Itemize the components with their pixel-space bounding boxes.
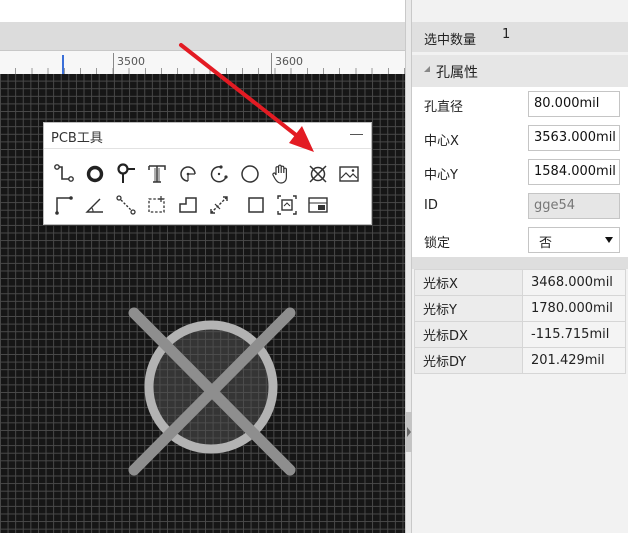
rect-select-icon[interactable] — [145, 193, 169, 217]
ruler-cursor-marker — [62, 55, 64, 74]
ruler-major-tick — [271, 53, 272, 74]
lock-select-value: 否 — [539, 236, 553, 251]
ruler-label-2: 3600 — [275, 55, 303, 68]
cursor-dy-label: 光标DY — [414, 347, 523, 374]
ruler-major-tick — [113, 53, 114, 74]
polygon-icon[interactable] — [176, 193, 200, 217]
panel-divider — [44, 148, 371, 149]
table-row: 光标X 3468.000mil — [414, 269, 626, 296]
selection-count-label: 选中数量 — [424, 33, 477, 48]
pad-icon[interactable] — [83, 162, 107, 186]
angle-icon[interactable] — [83, 193, 107, 217]
hole-properties-header[interactable]: 孔属性 — [412, 55, 628, 87]
section-title: 孔属性 — [436, 65, 478, 81]
ruler-label-1: 3500 — [117, 55, 145, 68]
minimize-button[interactable] — [350, 125, 364, 141]
editor-tab-bar — [0, 22, 405, 51]
track-icon[interactable] — [52, 162, 76, 186]
measure-icon[interactable] — [207, 193, 231, 217]
prop-row-center-x: 中心X 3563.000mil — [412, 121, 628, 155]
arc-center-icon[interactable] — [176, 162, 200, 186]
pcb-tools-title: PCB工具 — [51, 131, 103, 146]
image-icon[interactable] — [337, 162, 361, 186]
prop-row-id: ID gge54 — [412, 189, 628, 223]
prop-label-diameter: 孔直径 — [424, 100, 464, 115]
selection-count-value: 1 — [502, 27, 511, 42]
text-icon[interactable] — [145, 162, 169, 186]
cursor-y-label: 光标Y — [414, 295, 523, 322]
prop-row-lock: 锁定 否 — [412, 223, 628, 257]
arc-end-icon[interactable] — [207, 162, 231, 186]
table-row: 光标DY 201.429mil — [414, 347, 626, 374]
rectangle-icon[interactable] — [244, 193, 268, 217]
prop-label-center-x: 中心X — [424, 134, 459, 149]
cursor-x-value: 3468.000mil — [522, 269, 626, 296]
via-icon[interactable] — [114, 162, 138, 186]
hole-properties: 孔直径 80.000mil 中心X 3563.000mil 中心Y 1584.0… — [412, 87, 628, 257]
top-strip — [0, 0, 405, 22]
panel-splitter[interactable] — [405, 0, 412, 533]
cursor-info-table: 光标X 3468.000mil 光标Y 1780.000mil 光标DX -11… — [414, 269, 626, 374]
table-row: 光标Y 1780.000mil — [414, 295, 626, 322]
prop-row-diameter: 孔直径 80.000mil — [412, 87, 628, 121]
section-separator — [412, 257, 628, 269]
property-panel: 选中数量 1 孔属性 孔直径 80.000mil 中心X 3563.000mil… — [412, 0, 628, 533]
diameter-input[interactable]: 80.000mil — [528, 91, 620, 117]
hole-object[interactable] — [128, 307, 296, 476]
prop-row-center-y: 中心Y 1584.000mil — [412, 155, 628, 189]
horizontal-ruler: 3500 3600 — [0, 51, 405, 75]
cursor-x-label: 光标X — [414, 269, 523, 296]
lock-select[interactable]: 否 — [528, 227, 620, 253]
hole-icon[interactable] — [306, 162, 330, 186]
prop-label-id: ID — [424, 198, 438, 213]
pan-hand-icon[interactable] — [269, 162, 293, 186]
copper-area-icon[interactable] — [275, 193, 299, 217]
connect-icon[interactable] — [114, 193, 138, 217]
cursor-dx-value: -115.715mil — [522, 321, 626, 348]
circle-icon[interactable] — [238, 162, 262, 186]
pcb-tools-panel: PCB工具 — [43, 122, 372, 225]
collapse-triangle-icon — [424, 66, 430, 72]
collapse-panel-button[interactable] — [405, 412, 412, 452]
dropdown-arrow-icon — [605, 237, 613, 243]
cursor-dx-label: 光标DX — [414, 321, 523, 348]
id-field: gge54 — [528, 193, 620, 219]
center-x-input[interactable]: 3563.000mil — [528, 125, 620, 151]
prop-label-center-y: 中心Y — [424, 168, 458, 183]
prop-label-lock: 锁定 — [424, 236, 451, 251]
table-row: 光标DX -115.715mil — [414, 321, 626, 348]
cursor-dy-value: 201.429mil — [522, 347, 626, 374]
board-outline-icon[interactable] — [306, 193, 330, 217]
selection-count-row: 选中数量 1 — [412, 22, 628, 52]
dimension-icon[interactable] — [52, 193, 76, 217]
center-y-input[interactable]: 1584.000mil — [528, 159, 620, 185]
cursor-y-value: 1780.000mil — [522, 295, 626, 322]
